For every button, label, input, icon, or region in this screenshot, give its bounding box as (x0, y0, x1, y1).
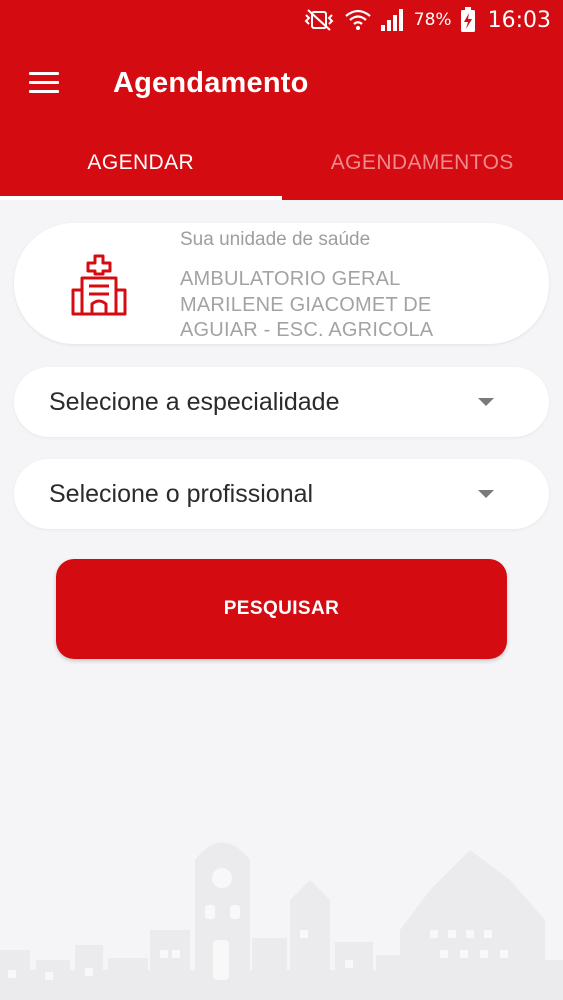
chevron-down-icon (478, 490, 494, 498)
professional-select-placeholder: Selecione o profissional (49, 479, 314, 508)
hospital-icon (71, 254, 127, 316)
city-skyline-illustration (0, 842, 563, 1000)
tab-bar: AGENDAR AGENDAMENTOS (0, 126, 563, 200)
wifi-icon (344, 8, 372, 32)
health-unit-card[interactable]: Sua unidade de saúde AMBULATORIO GERAL M… (14, 223, 549, 344)
professional-select[interactable]: Selecione o profissional (14, 459, 549, 529)
main-content: Sua unidade de saúde AMBULATORIO GERAL M… (0, 200, 563, 1000)
page-title: Agendamento (113, 66, 309, 99)
chevron-down-icon (478, 398, 494, 406)
search-button[interactable]: PESQUISAR (56, 559, 507, 659)
tab-agendar[interactable]: AGENDAR (0, 126, 282, 200)
status-bar: 78% 16:03 (0, 0, 563, 40)
battery-charging-icon (460, 7, 476, 33)
tab-agendamentos[interactable]: AGENDAMENTOS (282, 126, 563, 200)
specialty-select[interactable]: Selecione a especialidade (14, 367, 549, 437)
battery-percent: 78% (413, 10, 452, 30)
hamburger-menu-icon[interactable] (29, 72, 59, 94)
health-unit-name: AMBULATORIO GERAL MARILENE GIACOMET DE A… (180, 268, 434, 341)
app-bar: Agendamento (0, 40, 563, 126)
specialty-select-placeholder: Selecione a especialidade (49, 387, 340, 416)
health-unit-caption: Sua unidade de saúde (180, 229, 371, 250)
status-time: 16:03 (487, 7, 551, 33)
vibrate-mute-icon (302, 9, 336, 31)
signal-icon (380, 8, 406, 32)
